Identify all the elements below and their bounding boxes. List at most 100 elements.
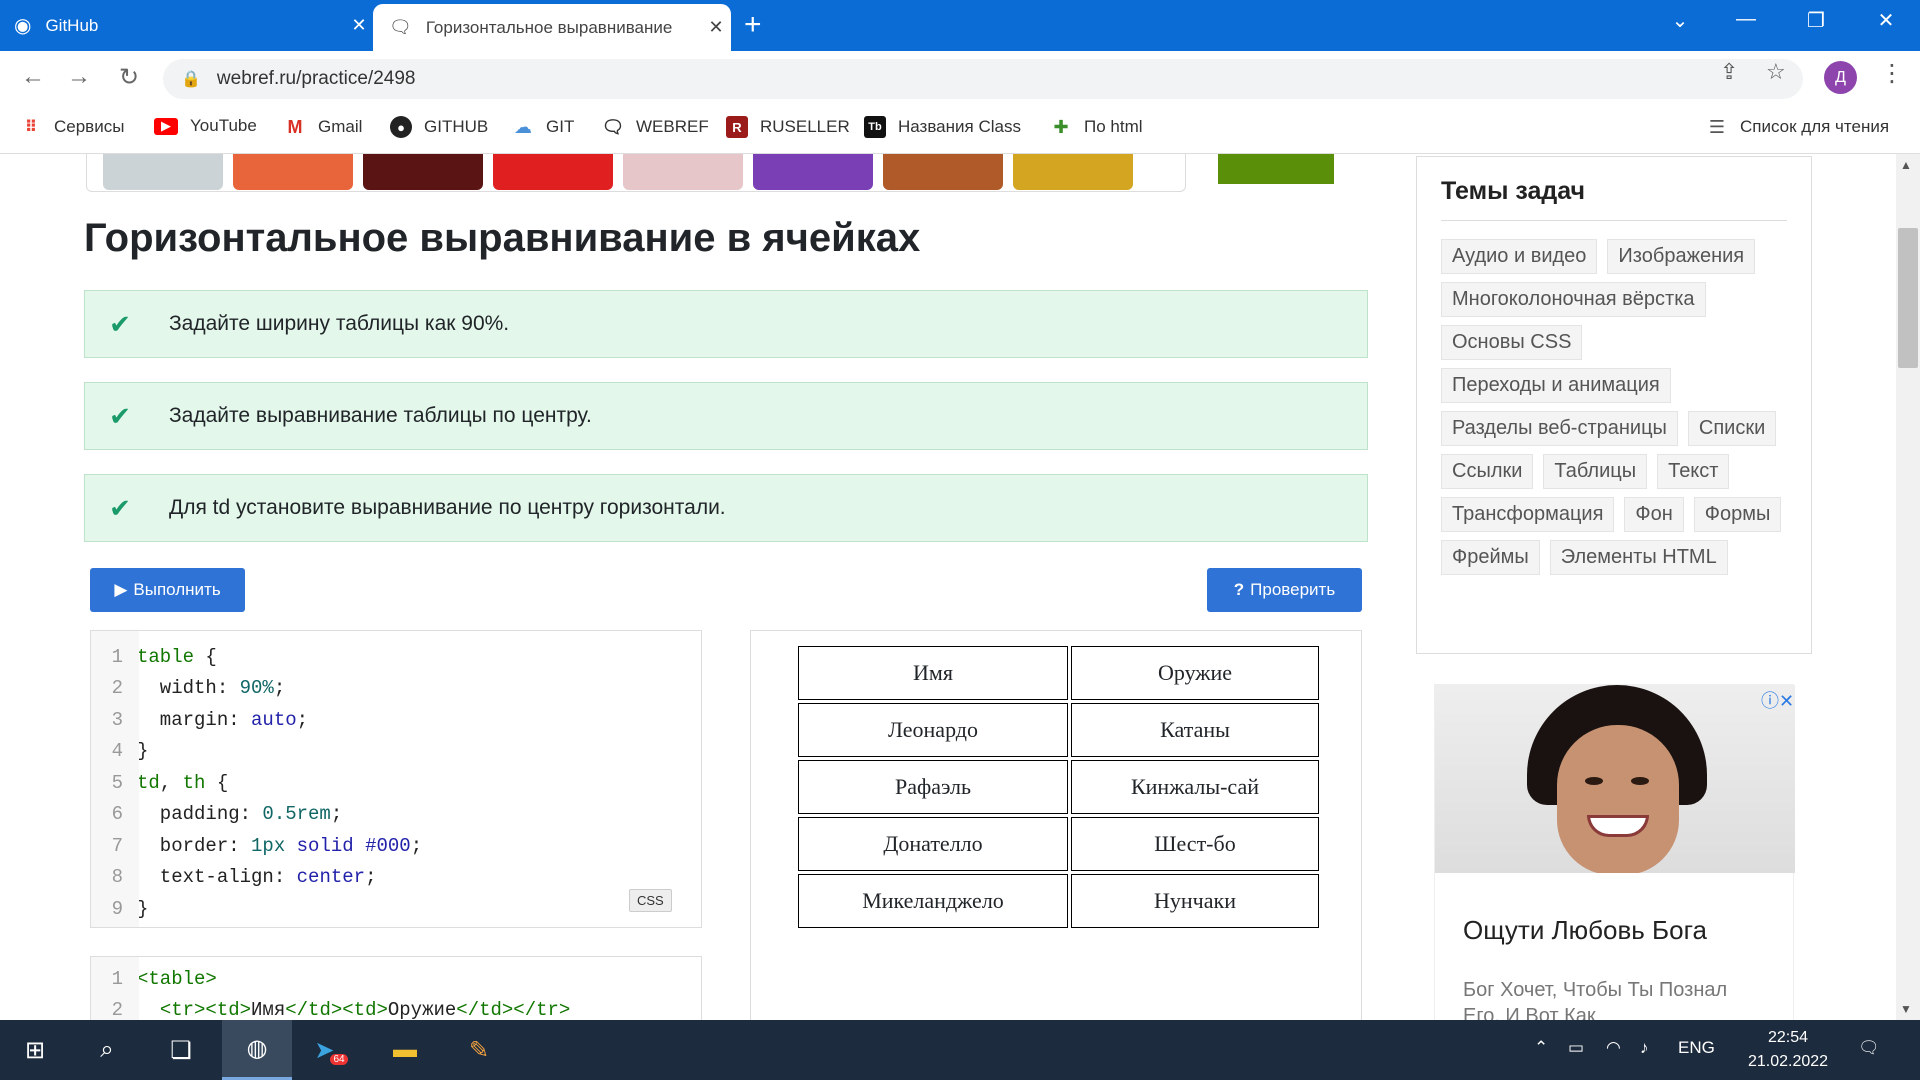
volume-icon[interactable]: ♪ — [1640, 1038, 1649, 1058]
css-editor[interactable]: 1 table { 2 width: 90%; 3 margin: auto; 4… — [90, 630, 702, 928]
topic-tag[interactable]: Текст — [1657, 454, 1730, 489]
more-menu-icon[interactable]: ⋮ — [1880, 59, 1904, 88]
battery-icon[interactable]: ▭ — [1568, 1038, 1584, 1058]
run-button[interactable]: ▶ Выполнить — [90, 568, 245, 612]
scrollbar-thumb[interactable] — [1898, 228, 1918, 368]
close-tab-icon[interactable]: ✕ — [344, 15, 374, 36]
bookmark-ruseller[interactable]: R RUSELLER — [726, 116, 850, 138]
chat-icon: 🗨 — [389, 17, 412, 37]
topic-tag[interactable]: Ссылки — [1441, 454, 1534, 489]
tab-practice[interactable]: 🗨 Горизонтальное выравнивание ✕ — [373, 4, 731, 51]
page-title: Горизонтальное выравнивание в ячейках — [84, 216, 921, 260]
topic-tag[interactable]: Таблицы — [1543, 454, 1648, 489]
minimize-button[interactable]: — — [1716, 8, 1776, 31]
topic-tag[interactable]: Трансформация — [1441, 497, 1615, 532]
language-indicator[interactable]: ENG — [1678, 1038, 1715, 1058]
product-image[interactable] — [753, 154, 873, 190]
bookmark-github[interactable]: ● GITHUB — [390, 116, 488, 138]
tab-search-icon[interactable]: ⌄ — [1650, 8, 1710, 33]
address-bar[interactable]: 🔒 webref.ru/practice/2498 — [163, 59, 1803, 99]
product-image[interactable] — [493, 154, 613, 190]
product-image[interactable] — [623, 154, 743, 190]
product-ad-strip[interactable] — [86, 154, 1186, 192]
check-button[interactable]: ? Проверить — [1207, 568, 1362, 612]
restore-button[interactable]: ❐ — [1786, 8, 1846, 33]
css-language-badge: CSS — [629, 889, 672, 912]
bookmark-webref[interactable]: 🗨 WEBREF — [602, 116, 709, 138]
bookmark-git[interactable]: ☁ GIT — [512, 116, 574, 138]
forward-icon[interactable]: → — [62, 63, 96, 91]
code-line: 9} — [111, 897, 149, 920]
topic-tag[interactable]: Фон — [1624, 497, 1684, 532]
back-icon[interactable]: ← — [16, 63, 50, 91]
chrome-app-icon[interactable]: ◍ — [222, 1020, 292, 1080]
task-text: Для td установите выравнивание по центру… — [169, 496, 726, 519]
checkmark-icon: ✔ — [109, 492, 131, 523]
search-icon[interactable]: ⌕ — [72, 1020, 142, 1080]
topic-tag[interactable]: Разделы веб-страницы — [1441, 411, 1678, 446]
start-windows-icon[interactable]: ⊞ — [0, 1020, 70, 1080]
bookmark-gmail[interactable]: M Gmail — [284, 116, 363, 138]
html-editor[interactable]: 1 <table> 2 <tr><td>Имя</td><td>Оружие</t… — [90, 956, 702, 1020]
topic-tag[interactable]: Элементы HTML — [1549, 540, 1728, 575]
scroll-down-icon[interactable]: ▼ — [1900, 1002, 1912, 1016]
notifications-icon[interactable]: 🗨 — [1858, 1038, 1880, 1058]
file-explorer-icon[interactable]: ▬ — [370, 1020, 440, 1080]
bookmark-label: Сервисы — [54, 117, 125, 136]
reading-list-label: Список для чтения — [1740, 117, 1890, 136]
task-item: ✔ Для td установите выравнивание по цент… — [84, 474, 1368, 542]
telegram-badge: 64 — [330, 1053, 348, 1065]
ad-info-icon[interactable]: ⓘ✕ — [1761, 687, 1794, 713]
bookmark-html[interactable]: ✚ По html — [1050, 116, 1142, 138]
tab-github[interactable]: ◉ GitHub ✕ — [14, 0, 374, 51]
close-tab-icon[interactable]: ✕ — [701, 17, 731, 38]
paint-app-icon[interactable]: ✎ — [444, 1020, 514, 1080]
r-logo-icon: R — [726, 116, 748, 138]
profile-avatar[interactable]: Д — [1824, 61, 1857, 94]
share-icon[interactable]: ⇪ — [1720, 59, 1738, 85]
telegram-app-icon[interactable]: ➤ 64 — [296, 1020, 366, 1080]
sidebar-ad[interactable]: ⓘ✕ Ощути Любовь Бога Бог Хочет, Чтобы Ты… — [1434, 684, 1795, 1020]
ad-image[interactable] — [1435, 685, 1795, 873]
ad-text[interactable]: Бог Хочет, Чтобы Ты Познал Его. И Вот Ка… — [1463, 977, 1763, 1020]
gmail-icon: M — [287, 116, 303, 137]
clock[interactable]: 22:54 21.02.2022 — [1748, 1026, 1828, 1074]
product-image[interactable] — [233, 154, 353, 190]
ad-banner[interactable] — [1218, 154, 1334, 184]
preview-table-cell: Кинжалы-сай — [1071, 760, 1319, 814]
topic-tag[interactable]: Переходы и анимация — [1441, 368, 1671, 403]
topic-tag[interactable]: Изображения — [1607, 239, 1756, 274]
topic-tag[interactable]: Фреймы — [1441, 540, 1540, 575]
bookmark-label: WEBREF — [636, 117, 709, 136]
product-image[interactable] — [103, 154, 223, 190]
product-image[interactable] — [1013, 154, 1133, 190]
check-button-label: Проверить — [1250, 580, 1336, 599]
tray-expand-icon[interactable]: ⌃ — [1534, 1038, 1548, 1058]
task-view-icon[interactable]: ❏ — [146, 1020, 216, 1080]
tab-title: Горизонтальное выравнивание — [425, 17, 673, 37]
topic-tag[interactable]: Аудио и видео — [1441, 239, 1598, 274]
new-tab-button[interactable]: + — [744, 8, 762, 42]
topic-tag[interactable]: Списки — [1687, 411, 1777, 446]
bookmark-star-icon[interactable]: ☆ — [1766, 59, 1786, 85]
wifi-icon[interactable]: ◠ — [1606, 1038, 1621, 1058]
bookmark-services[interactable]: ⠿ Сервисы — [20, 116, 125, 138]
reload-icon[interactable]: ↻ — [112, 63, 146, 92]
topic-tag[interactable]: Формы — [1693, 497, 1782, 532]
ad-title[interactable]: Ощути Любовь Бога — [1463, 915, 1707, 946]
reading-list[interactable]: ☰ Список для чтения — [1706, 116, 1889, 138]
bookmark-label: GIT — [546, 117, 575, 136]
bookmark-label: Gmail — [318, 117, 363, 136]
topic-tag[interactable]: Основы CSS — [1441, 325, 1583, 360]
code-line: 1 <table> — [111, 967, 217, 990]
bookmark-class-names[interactable]: Tb Названия Class — [864, 116, 1021, 138]
lock-icon[interactable]: 🔒 — [181, 69, 201, 89]
product-image[interactable] — [883, 154, 1003, 190]
product-image[interactable] — [363, 154, 483, 190]
chat-icon: 🗨 — [601, 116, 625, 137]
bookmark-youtube[interactable]: ▶ YouTube — [154, 116, 257, 136]
close-window-button[interactable]: ✕ — [1856, 8, 1916, 33]
reading-list-icon: ☰ — [1708, 116, 1726, 137]
scroll-up-icon[interactable]: ▲ — [1900, 158, 1912, 172]
topic-tag[interactable]: Многоколоночная вёрстка — [1441, 282, 1706, 317]
